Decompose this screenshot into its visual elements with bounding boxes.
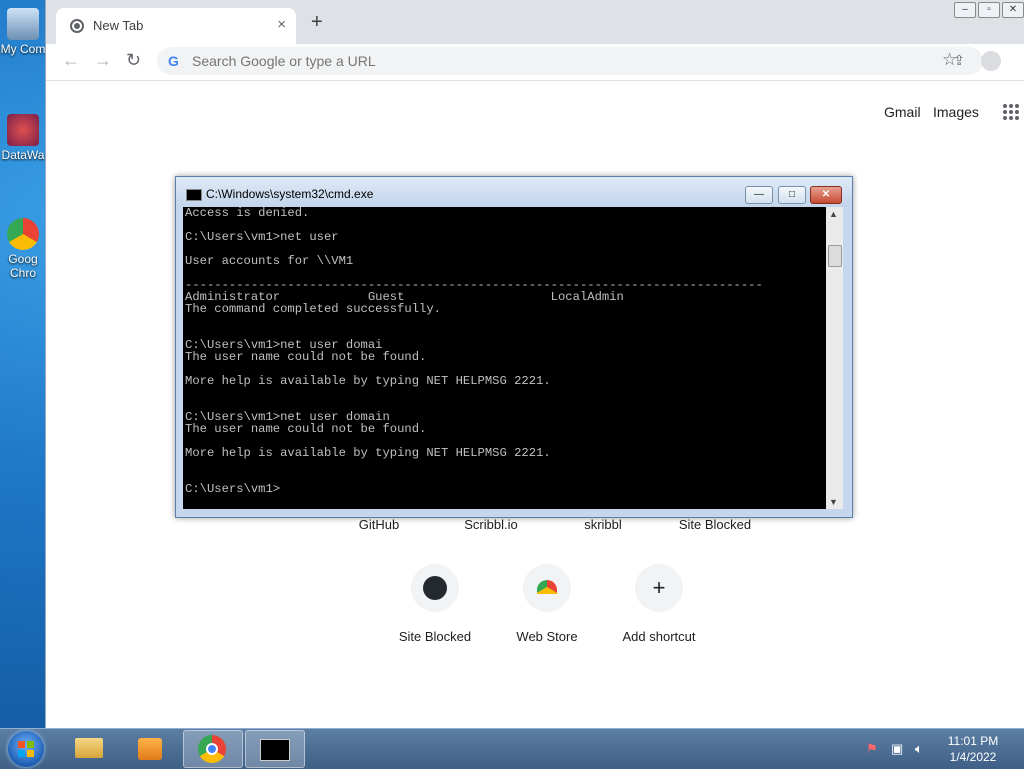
top-site-label[interactable]: Scribbl.io xyxy=(436,517,546,532)
top-site-label[interactable]: Site Blocked xyxy=(660,517,770,532)
plus-icon: + xyxy=(652,575,666,600)
taskbar-cmd[interactable] xyxy=(245,730,305,768)
console-output[interactable]: Access is denied. C:\Users\vm1>net user … xyxy=(183,207,826,509)
computer-icon xyxy=(7,8,39,40)
back-button[interactable]: ← xyxy=(62,50,80,71)
volume-icon[interactable]: 🔈︎ xyxy=(915,741,923,757)
gmail-link[interactable]: Gmail xyxy=(884,104,921,120)
shortcut-web-store[interactable] xyxy=(523,564,571,612)
taskbar: ⚑ ▣ 🔈︎ 11:01 PM 1/4/2022 xyxy=(0,728,1024,769)
maximize-button[interactable]: ▫ xyxy=(978,2,1000,18)
tab-close-icon[interactable]: × xyxy=(277,16,286,33)
shortcut-label[interactable]: Web Store xyxy=(492,629,602,644)
network-warning-icon[interactable]: ⚑ xyxy=(866,741,878,757)
omnibox[interactable]: G ⇪ xyxy=(157,47,983,75)
chrome-icon xyxy=(198,735,226,763)
google-apps-icon[interactable] xyxy=(1003,104,1019,120)
tab-strip: New Tab × + – ▫ ✕ xyxy=(46,0,1024,44)
desktop-icon-datawa[interactable]: DataWa xyxy=(0,114,46,162)
chrome-favicon-icon xyxy=(70,19,84,33)
web-store-icon xyxy=(537,580,557,594)
cmd-titlebar[interactable]: C:\Windows\system32\cmd.exe — □ ✕ xyxy=(176,177,852,207)
taskbar-media-player[interactable] xyxy=(122,730,180,766)
system-clock[interactable]: 11:01 PM 1/4/2022 xyxy=(940,733,1006,765)
cmd-window[interactable]: C:\Windows\system32\cmd.exe — □ ✕ Access… xyxy=(175,176,853,518)
cmd-title: C:\Windows\system32\cmd.exe xyxy=(206,187,374,201)
datawa-icon xyxy=(7,114,39,146)
taskbar-explorer[interactable] xyxy=(60,730,118,766)
taskbar-chrome[interactable] xyxy=(183,730,243,768)
minimize-button[interactable]: – xyxy=(954,2,976,18)
profile-avatar[interactable] xyxy=(981,51,1001,71)
tab-title: New Tab xyxy=(93,18,144,33)
reload-button[interactable]: ↻ xyxy=(126,50,141,71)
bookmark-star-icon[interactable]: ☆ xyxy=(942,50,957,70)
shortcut-site-blocked[interactable] xyxy=(411,564,459,612)
clock-date: 1/4/2022 xyxy=(949,750,997,764)
top-site-label[interactable]: GitHub xyxy=(324,517,434,532)
cmd-close-button[interactable]: ✕ xyxy=(810,186,842,204)
cmd-maximize-button[interactable]: □ xyxy=(778,186,806,204)
menu-kebab-icon[interactable]: ⋮ xyxy=(1020,50,1024,70)
new-tab-button[interactable]: + xyxy=(311,12,323,32)
address-input[interactable] xyxy=(190,52,794,70)
tab-new-tab[interactable]: New Tab × xyxy=(56,8,296,44)
scroll-thumb[interactable] xyxy=(828,245,842,267)
scroll-down-icon[interactable]: ▼ xyxy=(829,497,838,507)
network-icon[interactable]: ▣ xyxy=(891,741,903,757)
windows-logo-icon xyxy=(18,741,34,757)
close-window-button[interactable]: ✕ xyxy=(1002,2,1024,18)
desktop-icon-label: Goog Chro xyxy=(8,252,38,280)
forward-button[interactable]: → xyxy=(94,50,112,71)
start-button[interactable] xyxy=(8,731,44,767)
desktop-icon-label: DataWa xyxy=(1,148,45,162)
google-g-icon: G xyxy=(168,53,179,69)
top-site-label[interactable]: skribbl xyxy=(548,517,658,532)
clock-time: 11:01 PM xyxy=(947,734,999,748)
media-player-icon xyxy=(138,738,162,760)
scroll-up-icon[interactable]: ▲ xyxy=(829,209,838,219)
cmd-icon xyxy=(186,189,202,201)
shortcut-label[interactable]: Add shortcut xyxy=(604,629,714,644)
desktop-icon-label: My Com xyxy=(0,42,46,56)
folder-icon xyxy=(75,738,103,758)
cmd-scrollbar[interactable]: ▲ ▼ xyxy=(826,207,843,509)
console-text: Access is denied. C:\Users\vm1>net user … xyxy=(185,207,763,496)
cmd-minimize-button[interactable]: — xyxy=(745,186,773,204)
images-link[interactable]: Images xyxy=(933,104,979,120)
chrome-icon xyxy=(7,218,39,250)
shortcut-add[interactable]: + xyxy=(635,564,683,612)
browser-toolbar: ← → ↻ G ⇪ xyxy=(46,44,1024,81)
github-icon xyxy=(423,576,447,600)
desktop-icon-my-computer[interactable]: My Com xyxy=(0,8,46,56)
shortcut-label[interactable]: Site Blocked xyxy=(380,629,490,644)
desktop-icon-google-chrome[interactable]: Goog Chro xyxy=(0,218,46,280)
cmd-icon xyxy=(260,739,290,761)
